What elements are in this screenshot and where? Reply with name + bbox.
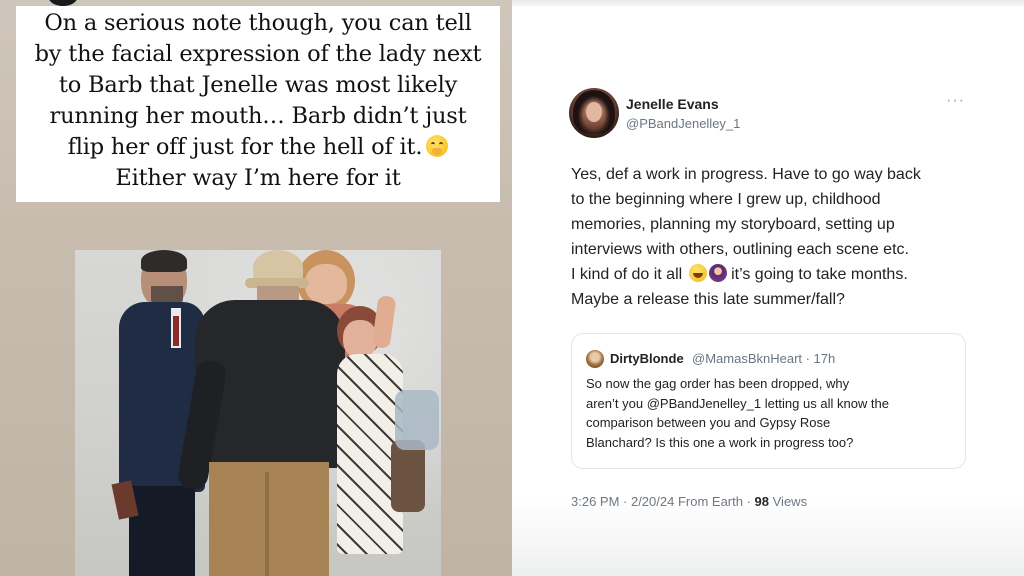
- tweet-line: I kind of do it all it’s going to take m…: [571, 262, 991, 287]
- author-name[interactable]: Jenelle Evans: [626, 96, 719, 112]
- story-line: by the facial expression of the lady nex…: [34, 41, 482, 67]
- story-line: On a serious note though, you can tell: [44, 10, 472, 36]
- story-line: to Barb that Jenelle was most likely: [58, 72, 458, 98]
- story-panel: On a serious note though, you can tell b…: [0, 0, 512, 576]
- quoted-author-handle[interactable]: @MamasBknHeart · 17h: [692, 351, 835, 366]
- quoted-tweet-text: So now the gag order has been dropped, w…: [586, 374, 958, 452]
- tweet-line: to the beginning where I grew up, childh…: [571, 191, 881, 208]
- tweet-panel: Jenelle Evans @PBandJenelley_1 ··· Yes, …: [512, 0, 1024, 576]
- story-line: Either way I’m here for it: [115, 165, 401, 191]
- face-with-hand-over-mouth-icon: [426, 135, 449, 157]
- tweet-line: memories, planning my storyboard, settin…: [571, 216, 895, 233]
- story-caption: On a serious note though, you can tell b…: [16, 8, 500, 194]
- story-line: running her mouth… Barb didn’t just: [49, 103, 467, 129]
- author-avatar[interactable]: [569, 88, 619, 138]
- quoted-line: Blanchard? Is this one a work in progres…: [586, 434, 854, 450]
- quoted-author-name[interactable]: DirtyBlonde: [610, 351, 684, 366]
- quoted-tweet[interactable]: DirtyBlonde @MamasBknHeart · 17h So now …: [571, 333, 966, 469]
- tweet-text: Yes, def a work in progress. Have to go …: [571, 162, 991, 312]
- person-emoji-icon: [708, 264, 727, 282]
- laughing-emoji-icon: [688, 264, 707, 282]
- quoted-line: aren’t you @PBandJenelley_1 letting us a…: [586, 395, 889, 411]
- quoted-line: comparison between you and Gypsy Rose: [586, 415, 831, 430]
- more-options-icon[interactable]: ···: [946, 92, 965, 110]
- tweet-line: Maybe a release this late summer/fall?: [571, 291, 845, 308]
- author-handle[interactable]: @PBandJenelley_1: [626, 116, 740, 131]
- quoted-author-avatar[interactable]: [586, 350, 604, 368]
- story-line: flip her off just for the hell of it.: [16, 132, 500, 163]
- story-line-text: flip her off just for the hell of it.: [67, 134, 423, 160]
- photo-man-cap-pants: [209, 462, 329, 576]
- tweet-line: interviews with others, outlining each s…: [571, 241, 909, 258]
- story-photo: [75, 250, 441, 576]
- tweet-line-part: it’s going to take months.: [731, 266, 908, 283]
- tweet-line: Yes, def a work in progress. Have to go …: [571, 166, 921, 183]
- tweet-line-part: I kind of do it all: [571, 266, 683, 283]
- quoted-line: So now the gag order has been dropped, w…: [586, 376, 850, 391]
